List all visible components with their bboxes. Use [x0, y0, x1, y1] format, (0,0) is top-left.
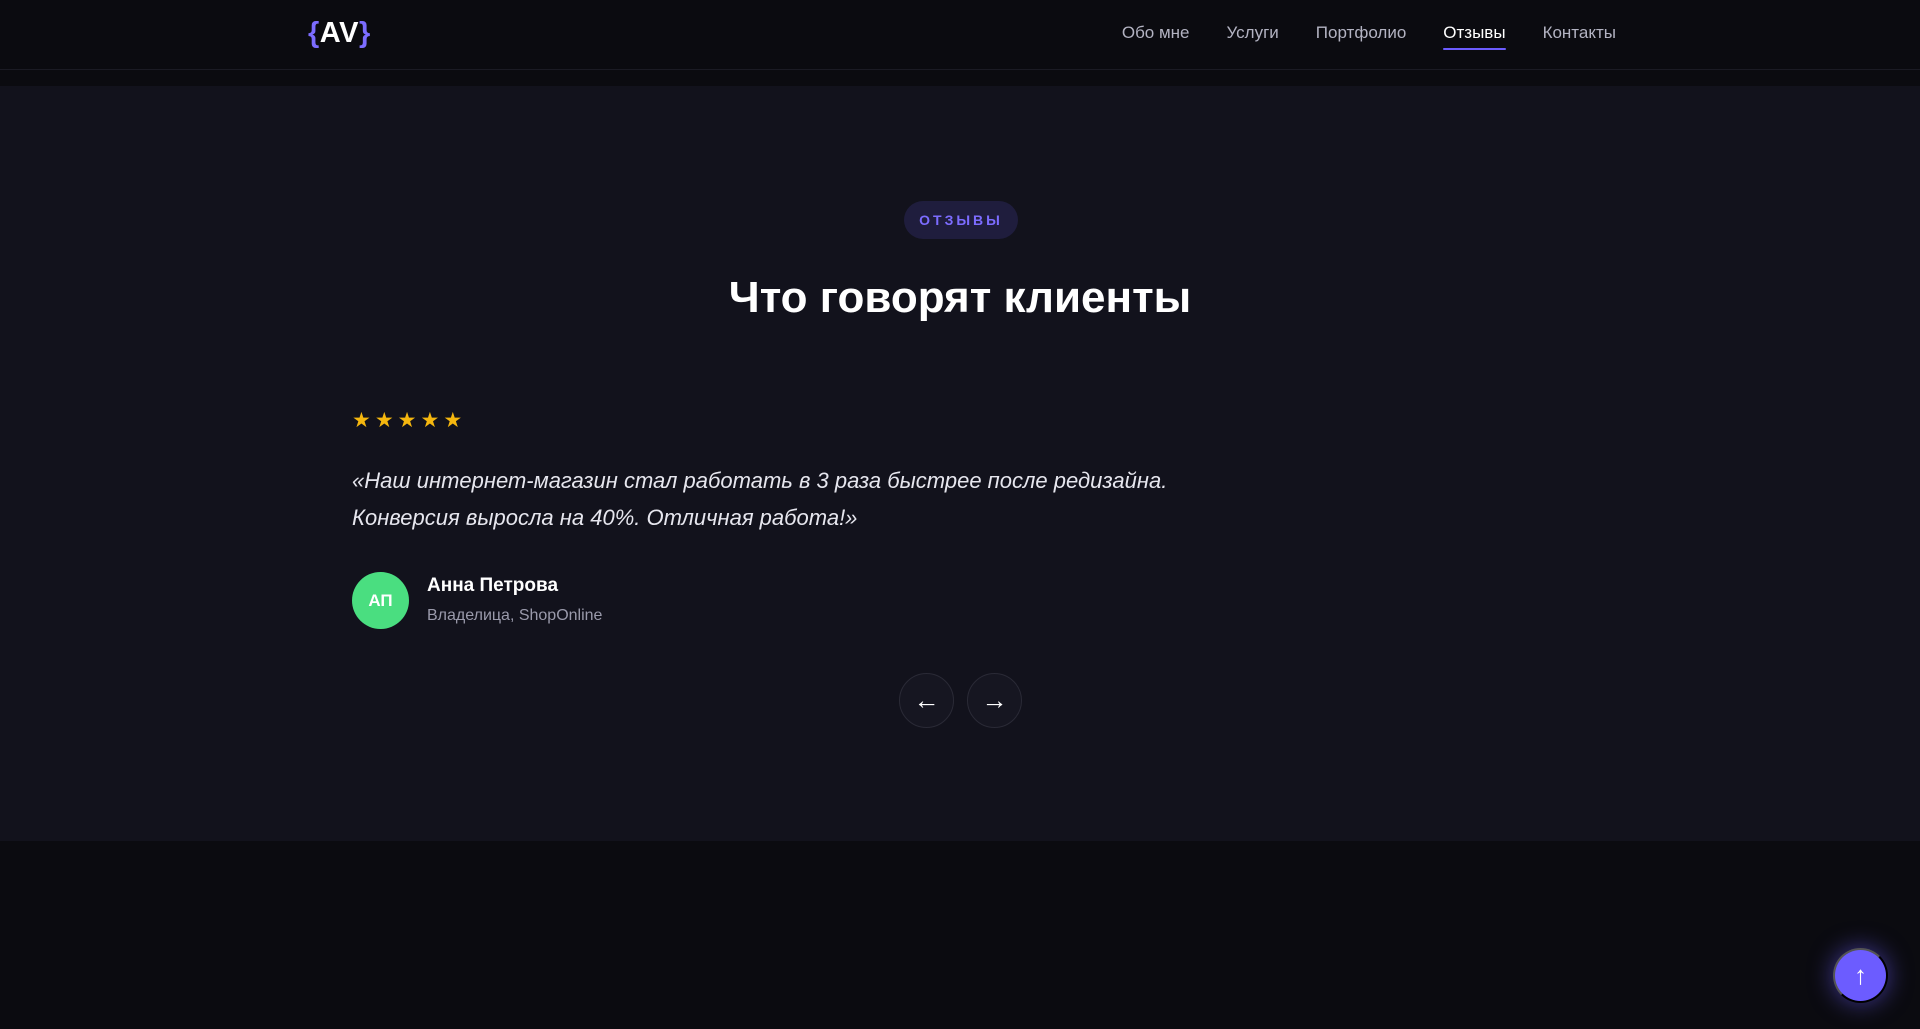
avatar: АП: [352, 572, 409, 629]
prev-testimonial-button[interactable]: ←: [899, 673, 954, 728]
testimonials-section: ОТЗЫВЫ Что говорят клиенты ★ ★ ★ ★ ★ «Наш ин…: [0, 86, 1920, 841]
nav-item-testimonials[interactable]: Отзывы: [1443, 22, 1506, 50]
testimonial-quote: «Наш интернет-магазин стал работать в 3 …: [352, 462, 1172, 536]
star-icon: ★: [443, 409, 463, 432]
arrow-left-icon: ←: [913, 685, 940, 715]
author-name: Анна Петрова: [427, 575, 559, 596]
star-icon: ★: [420, 409, 440, 432]
star-icon: ★: [352, 409, 371, 432]
quote-line-1: «Наш интернет-магазин стал работать в 3 …: [352, 468, 1168, 493]
section-title: Что говорят клиенты: [728, 273, 1192, 322]
logo-letters: AV: [319, 17, 359, 49]
star-icon: ★: [397, 409, 417, 432]
nav-item-contacts[interactable]: Контакты: [1543, 22, 1616, 48]
arrow-up-icon: ↑: [1854, 960, 1867, 990]
nav-item-services[interactable]: Услуги: [1227, 22, 1279, 48]
quote-line-2: Конверсия выросла на 40%. Отличная работ…: [352, 505, 858, 530]
main-nav: Обо мне Услуги Портфолио Отзывы Контакты: [1122, 22, 1616, 50]
arrow-right-icon: →: [981, 685, 1008, 715]
star-rating: ★ ★ ★ ★ ★: [352, 408, 462, 434]
site-header: {AV} Обо мне Услуги Портфолио Отзывы Кон…: [0, 0, 1920, 70]
nav-item-about[interactable]: Обо мне: [1122, 22, 1190, 48]
author-role: Владелица, ShopOnline: [427, 607, 603, 624]
logo[interactable]: {AV}: [308, 16, 371, 50]
section-badge: ОТЗЫВЫ: [904, 201, 1018, 239]
scroll-to-top-button[interactable]: ↑: [1833, 948, 1888, 1003]
logo-open-brace: {: [308, 17, 320, 49]
star-icon: ★: [374, 409, 394, 432]
nav-item-portfolio[interactable]: Портфолио: [1316, 22, 1406, 48]
logo-close-brace: }: [358, 17, 371, 49]
next-testimonial-button[interactable]: →: [967, 673, 1022, 728]
